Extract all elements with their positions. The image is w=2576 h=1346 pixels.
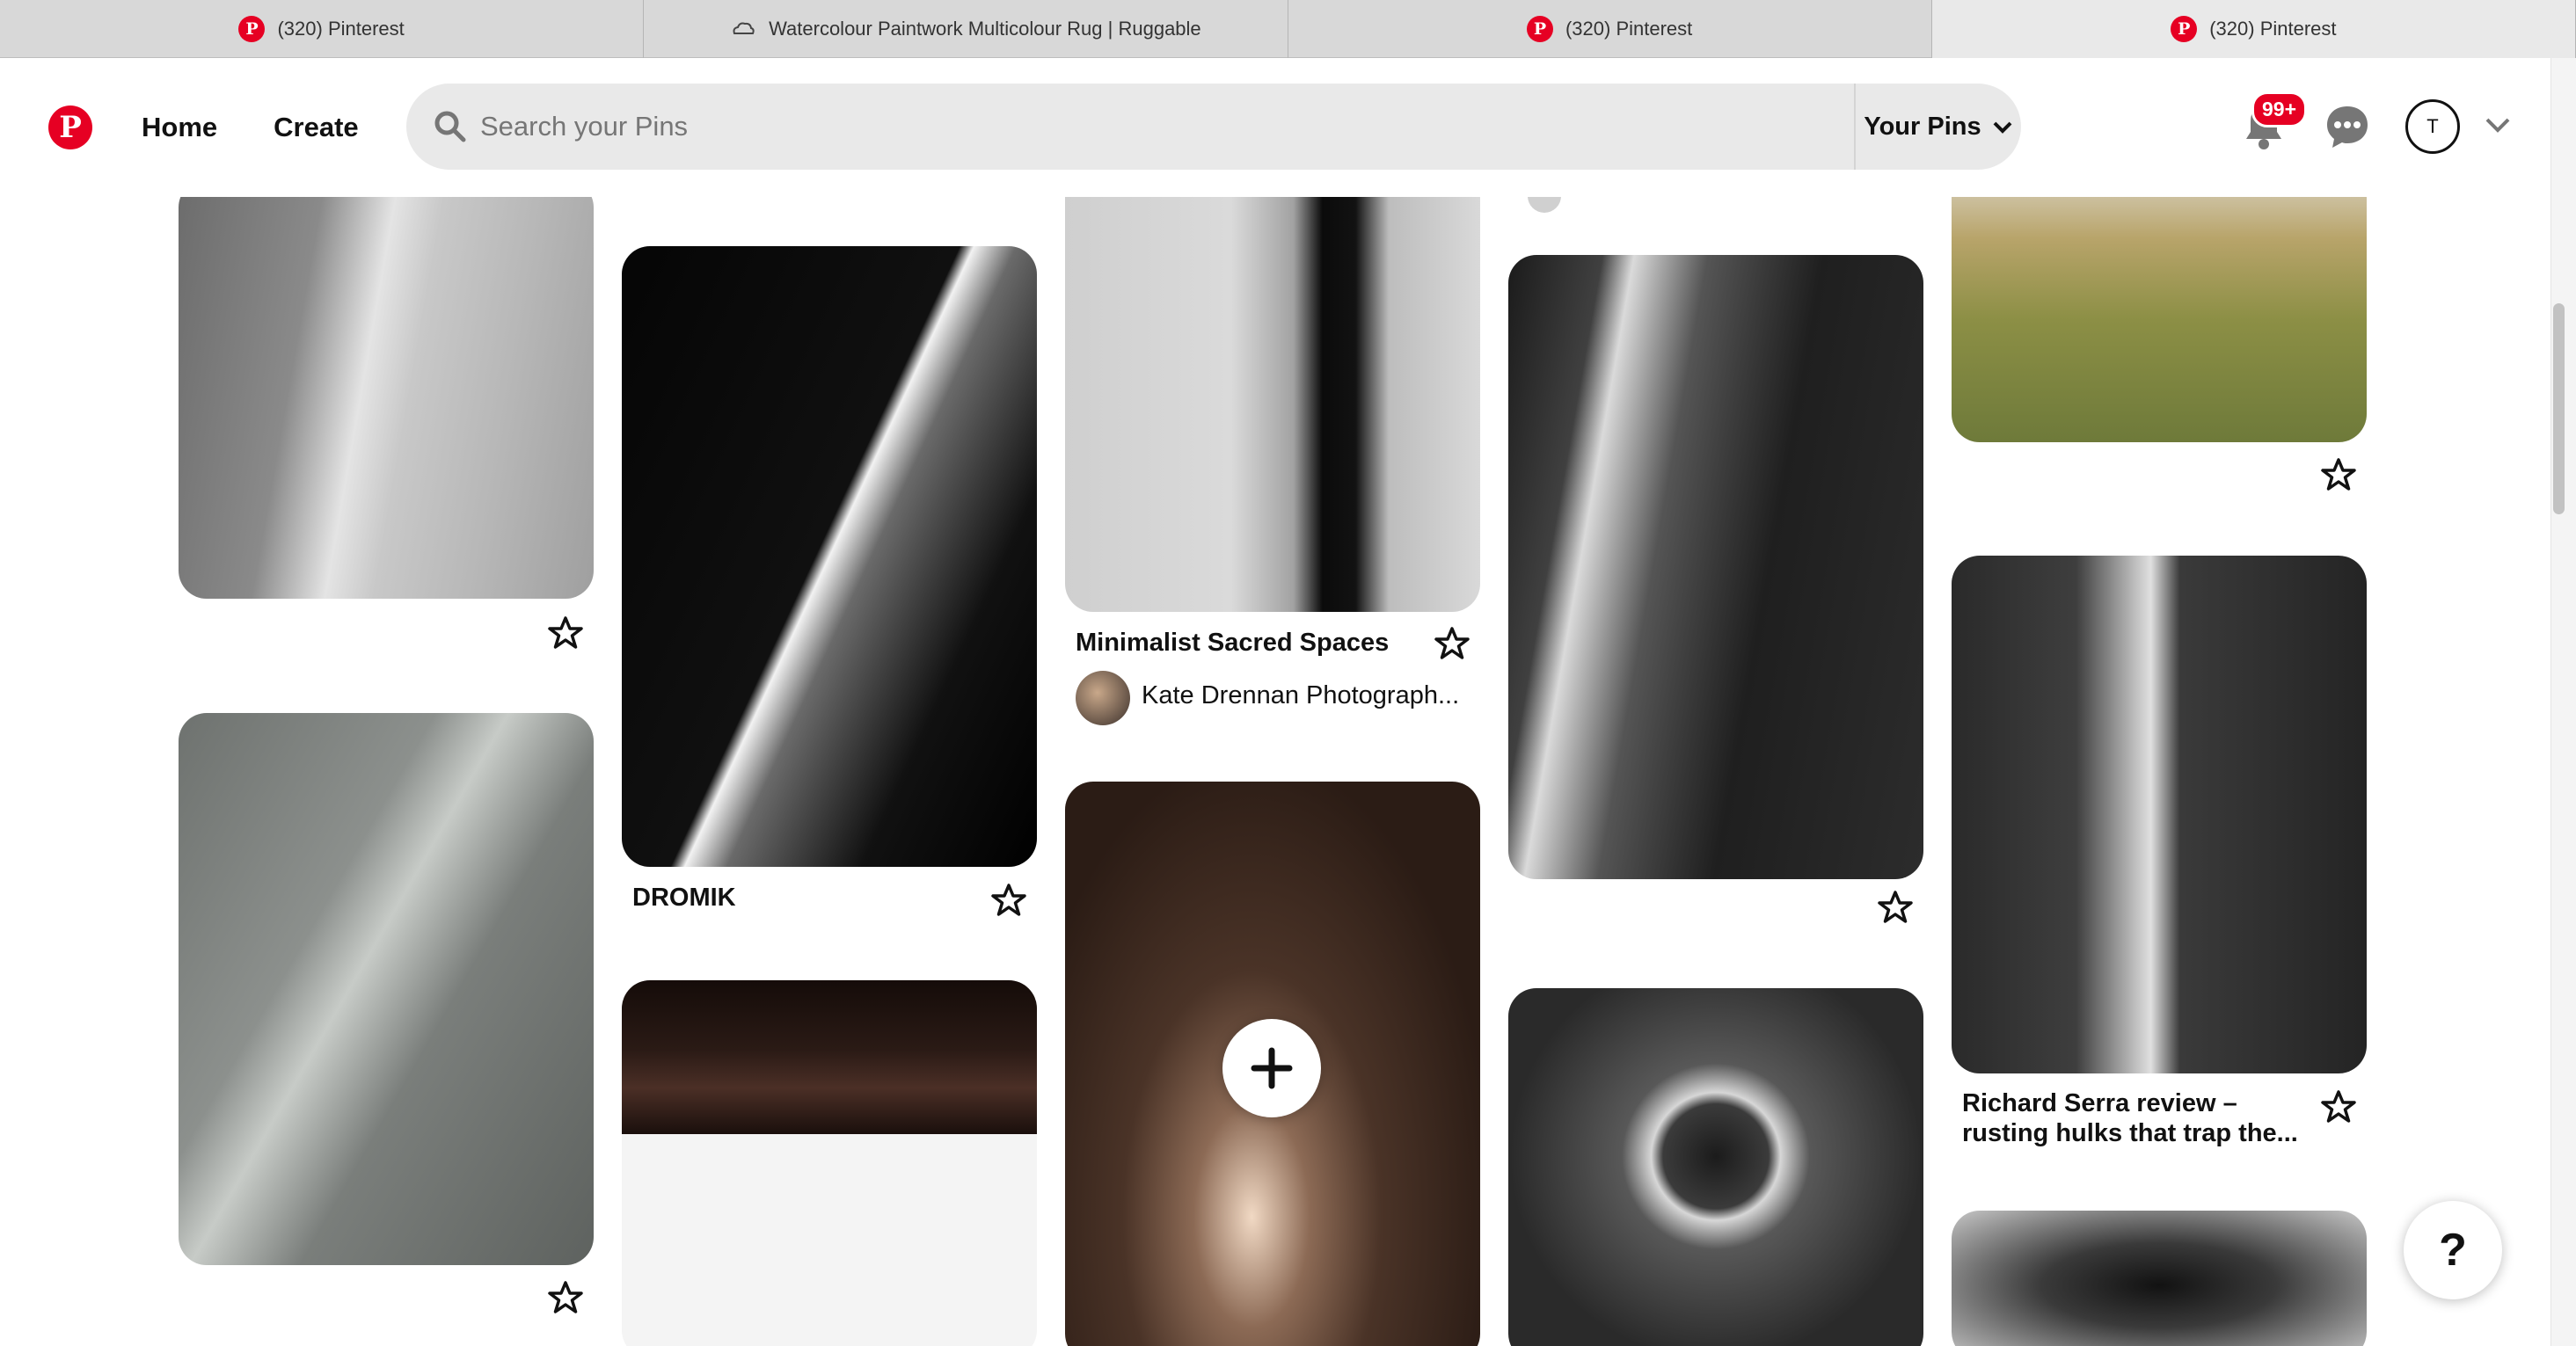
search-scope-dropdown[interactable]: Your Pins (1854, 84, 2021, 170)
help-button[interactable]: ? (2404, 1201, 2502, 1299)
pin-title-line-2[interactable]: rusting hulks that trap the... (1962, 1118, 2298, 1148)
messages-icon[interactable] (2324, 104, 2370, 149)
save-star-icon[interactable] (2321, 457, 2356, 492)
create-link[interactable]: Create (274, 112, 359, 143)
pinterest-icon (2171, 16, 2198, 42)
pin-feed: DROMIK Minimalist Sacred Spaces Kate Dre… (0, 197, 2550, 1346)
pin-title[interactable]: DROMIK (632, 883, 736, 913)
search-input[interactable] (480, 100, 1905, 153)
avatar-initial: T (2426, 115, 2439, 137)
pinterest-icon (238, 16, 266, 42)
cloud-icon (733, 22, 755, 34)
pin-user-avatar-partial (1528, 197, 1561, 213)
pin-image[interactable] (1065, 197, 1480, 612)
pinterest-logo[interactable] (48, 105, 92, 149)
search-bar[interactable]: Your Pins (406, 84, 2021, 170)
pin-user-name[interactable]: Kate Drennan Photograph... (1142, 681, 1459, 710)
pin-image[interactable] (1952, 197, 2367, 442)
search-scope-label: Your Pins (1864, 112, 1981, 141)
add-pin-button[interactable] (1222, 1019, 1321, 1117)
pin-image[interactable] (622, 246, 1037, 867)
save-star-icon[interactable] (2321, 1089, 2356, 1124)
save-star-icon[interactable] (1878, 890, 1913, 925)
browser-tab-active[interactable]: (320) Pinterest (1931, 0, 2576, 58)
notifications-badge: 99+ (2251, 91, 2308, 127)
pin-image[interactable] (179, 713, 594, 1265)
browser-tab[interactable]: Watercolour Paintwork Multicolour Rug | … (644, 0, 1288, 58)
browser-tab[interactable]: (320) Pinterest (1288, 0, 1932, 58)
pin-image-loading[interactable] (622, 980, 1037, 1346)
pin-image-top (622, 980, 1037, 1134)
save-star-icon[interactable] (548, 1280, 583, 1315)
save-star-icon[interactable] (548, 615, 583, 651)
tab-title: Watercolour Paintwork Multicolour Rug | … (769, 18, 1201, 40)
account-chevron-down-icon[interactable] (2485, 116, 2511, 135)
pin-image[interactable] (1508, 255, 1923, 879)
tab-title: (320) Pinterest (2209, 18, 2337, 40)
tab-title: (320) Pinterest (1565, 18, 1693, 40)
save-star-icon[interactable] (1434, 626, 1470, 661)
save-star-icon[interactable] (991, 883, 1026, 918)
pin-image[interactable] (1952, 1211, 2367, 1346)
pinterest-header: Home Create Your Pins 99+ T (0, 58, 2550, 197)
pin-image[interactable] (179, 197, 594, 599)
help-label: ? (2439, 1225, 2467, 1276)
home-link[interactable]: Home (142, 112, 217, 143)
pinterest-icon (1526, 16, 1553, 42)
scrollbar-track[interactable] (2550, 58, 2576, 1346)
browser-tab[interactable]: (320) Pinterest (0, 0, 645, 58)
pin-title[interactable]: Minimalist Sacred Spaces (1076, 628, 1389, 658)
browser-tab-strip: (320) Pinterest Watercolour Paintwork Mu… (0, 0, 2576, 58)
scrollbar-thumb[interactable] (2553, 303, 2565, 514)
pin-image[interactable] (1952, 556, 2367, 1073)
profile-avatar[interactable]: T (2405, 99, 2460, 154)
search-icon (434, 111, 466, 142)
pin-title-line-1[interactable]: Richard Serra review – (1962, 1088, 2237, 1118)
plus-icon (1251, 1047, 1293, 1089)
pin-image[interactable] (1508, 988, 1923, 1346)
tab-title: (320) Pinterest (277, 18, 405, 40)
pin-user-avatar[interactable] (1076, 671, 1130, 725)
chevron-down-icon (1993, 121, 2012, 134)
